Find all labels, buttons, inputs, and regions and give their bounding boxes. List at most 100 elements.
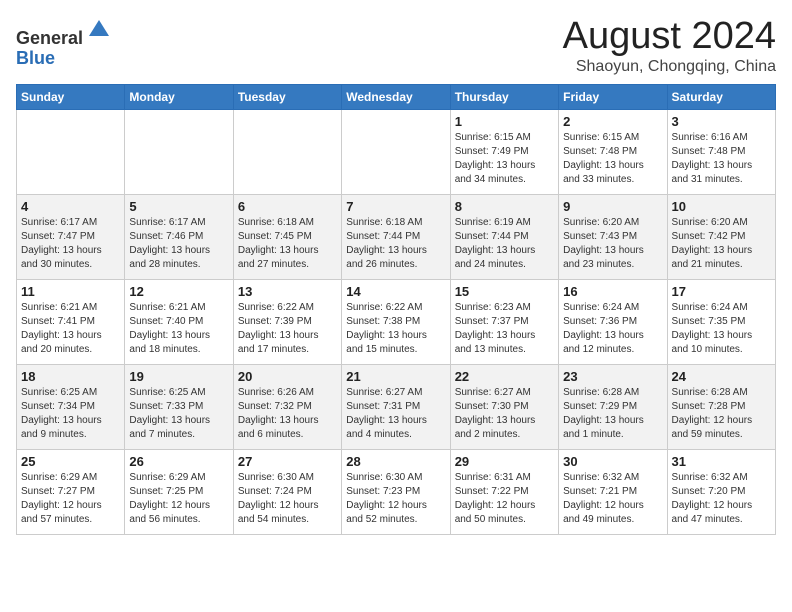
day-number: 12	[129, 284, 228, 299]
calendar-table: SundayMondayTuesdayWednesdayThursdayFrid…	[16, 84, 776, 535]
day-info: Sunrise: 6:17 AM Sunset: 7:46 PM Dayligh…	[129, 216, 228, 272]
day-info: Sunrise: 6:20 AM Sunset: 7:43 PM Dayligh…	[563, 216, 662, 272]
day-cell: 26Sunrise: 6:29 AM Sunset: 7:25 PM Dayli…	[125, 449, 233, 534]
weekday-header-thursday: Thursday	[450, 84, 558, 109]
day-number: 5	[129, 199, 228, 214]
day-number: 22	[455, 369, 554, 384]
title-block: August 2024 Shaoyun, Chongqing, China	[563, 16, 776, 76]
day-info: Sunrise: 6:26 AM Sunset: 7:32 PM Dayligh…	[238, 386, 337, 442]
day-number: 3	[672, 114, 771, 129]
day-cell: 19 Sunrise: 6:25 AM Sunset: 7:33 PM Dayli…	[125, 364, 233, 449]
day-info: Sunrise: 6:17 AM Sunset: 7:47 PM Dayligh…	[21, 216, 120, 272]
day-info: Sunrise: 6:16 AM Sunset: 7:48 PM Dayligh…	[672, 131, 771, 187]
logo-icon	[85, 16, 113, 44]
day-cell: 10 Sunrise: 6:20 AM Sunset: 7:42 PM Dayli…	[667, 194, 775, 279]
weekday-header-tuesday: Tuesday	[233, 84, 341, 109]
day-cell	[125, 109, 233, 194]
day-info: Sunrise: 6:24 AM Sunset: 7:35 PM Dayligh…	[672, 301, 771, 357]
day-cell: 27Sunrise: 6:30 AM Sunset: 7:24 PM Dayli…	[233, 449, 341, 534]
day-cell: 25 Sunrise: 6:29 AM Sunset: 7:27 PM Dayli…	[17, 449, 125, 534]
day-info: Sunrise: 6:23 AM Sunset: 7:37 PM Dayligh…	[455, 301, 554, 357]
day-cell: 23 Sunrise: 6:28 AM Sunset: 7:29 PM Dayli…	[559, 364, 667, 449]
week-row-3: 11Sunrise: 6:21 AM Sunset: 7:41 PM Dayli…	[17, 279, 776, 364]
day-info: Sunrise: 6:19 AM Sunset: 7:44 PM Dayligh…	[455, 216, 554, 272]
logo: General Blue	[16, 16, 113, 69]
day-info: Sunrise: 6:21 AM Sunset: 7:40 PM Dayligh…	[129, 301, 228, 357]
day-cell: 13 Sunrise: 6:22 AM Sunset: 7:39 PM Dayli…	[233, 279, 341, 364]
day-number: 25	[21, 454, 120, 469]
day-cell: 29Sunrise: 6:31 AM Sunset: 7:22 PM Dayli…	[450, 449, 558, 534]
day-number: 2	[563, 114, 662, 129]
weekday-header-monday: Monday	[125, 84, 233, 109]
day-cell: 7 Sunrise: 6:18 AM Sunset: 7:44 PM Daylig…	[342, 194, 450, 279]
day-number: 30	[563, 454, 662, 469]
day-info: Sunrise: 6:24 AM Sunset: 7:36 PM Dayligh…	[563, 301, 662, 357]
day-info: Sunrise: 6:29 AM Sunset: 7:25 PM Dayligh…	[129, 471, 228, 527]
day-number: 27	[238, 454, 337, 469]
day-cell: 18Sunrise: 6:25 AM Sunset: 7:34 PM Dayli…	[17, 364, 125, 449]
day-info: Sunrise: 6:18 AM Sunset: 7:44 PM Dayligh…	[346, 216, 445, 272]
day-cell: 31 Sunrise: 6:32 AM Sunset: 7:20 PM Dayli…	[667, 449, 775, 534]
page-header: General Blue August 2024 Shaoyun, Chongq…	[16, 16, 776, 76]
day-number: 28	[346, 454, 445, 469]
day-info: Sunrise: 6:28 AM Sunset: 7:29 PM Dayligh…	[563, 386, 662, 442]
day-number: 6	[238, 199, 337, 214]
weekday-header-saturday: Saturday	[667, 84, 775, 109]
weekday-header-wednesday: Wednesday	[342, 84, 450, 109]
day-number: 8	[455, 199, 554, 214]
day-info: Sunrise: 6:31 AM Sunset: 7:22 PM Dayligh…	[455, 471, 554, 527]
day-cell: 11Sunrise: 6:21 AM Sunset: 7:41 PM Dayli…	[17, 279, 125, 364]
day-cell: 20 Sunrise: 6:26 AM Sunset: 7:32 PM Dayli…	[233, 364, 341, 449]
day-info: Sunrise: 6:21 AM Sunset: 7:41 PM Dayligh…	[21, 301, 120, 357]
weekday-header-friday: Friday	[559, 84, 667, 109]
day-cell: 6 Sunrise: 6:18 AM Sunset: 7:45 PM Daylig…	[233, 194, 341, 279]
day-info: Sunrise: 6:15 AM Sunset: 7:49 PM Dayligh…	[455, 131, 554, 187]
day-info: Sunrise: 6:22 AM Sunset: 7:39 PM Dayligh…	[238, 301, 337, 357]
day-info: Sunrise: 6:25 AM Sunset: 7:34 PM Dayligh…	[21, 386, 120, 442]
day-number: 4	[21, 199, 120, 214]
day-cell	[342, 109, 450, 194]
day-cell: 12 Sunrise: 6:21 AM Sunset: 7:40 PM Dayli…	[125, 279, 233, 364]
day-cell	[17, 109, 125, 194]
logo-blue: Blue	[16, 48, 55, 68]
day-cell: 4 Sunrise: 6:17 AM Sunset: 7:47 PM Daylig…	[17, 194, 125, 279]
location-title: Shaoyun, Chongqing, China	[563, 58, 776, 76]
day-info: Sunrise: 6:20 AM Sunset: 7:42 PM Dayligh…	[672, 216, 771, 272]
day-cell: 30Sunrise: 6:32 AM Sunset: 7:21 PM Dayli…	[559, 449, 667, 534]
day-cell: 9 Sunrise: 6:20 AM Sunset: 7:43 PM Daylig…	[559, 194, 667, 279]
day-number: 13	[238, 284, 337, 299]
day-cell: 21Sunrise: 6:27 AM Sunset: 7:31 PM Dayli…	[342, 364, 450, 449]
day-cell: 17 Sunrise: 6:24 AM Sunset: 7:35 PM Dayli…	[667, 279, 775, 364]
week-row-5: 25 Sunrise: 6:29 AM Sunset: 7:27 PM Dayli…	[17, 449, 776, 534]
week-row-4: 18Sunrise: 6:25 AM Sunset: 7:34 PM Dayli…	[17, 364, 776, 449]
day-number: 17	[672, 284, 771, 299]
day-cell	[233, 109, 341, 194]
day-info: Sunrise: 6:15 AM Sunset: 7:48 PM Dayligh…	[563, 131, 662, 187]
day-cell: 1 Sunrise: 6:15 AM Sunset: 7:49 PM Daylig…	[450, 109, 558, 194]
day-info: Sunrise: 6:25 AM Sunset: 7:33 PM Dayligh…	[129, 386, 228, 442]
day-number: 20	[238, 369, 337, 384]
day-number: 1	[455, 114, 554, 129]
day-number: 19	[129, 369, 228, 384]
day-number: 10	[672, 199, 771, 214]
day-number: 31	[672, 454, 771, 469]
weekday-header-sunday: Sunday	[17, 84, 125, 109]
day-info: Sunrise: 6:27 AM Sunset: 7:31 PM Dayligh…	[346, 386, 445, 442]
day-info: Sunrise: 6:27 AM Sunset: 7:30 PM Dayligh…	[455, 386, 554, 442]
month-title: August 2024	[563, 16, 776, 58]
day-info: Sunrise: 6:28 AM Sunset: 7:28 PM Dayligh…	[672, 386, 771, 442]
day-info: Sunrise: 6:30 AM Sunset: 7:23 PM Dayligh…	[346, 471, 445, 527]
day-cell: 22 Sunrise: 6:27 AM Sunset: 7:30 PM Dayli…	[450, 364, 558, 449]
day-info: Sunrise: 6:29 AM Sunset: 7:27 PM Dayligh…	[21, 471, 120, 527]
day-info: Sunrise: 6:18 AM Sunset: 7:45 PM Dayligh…	[238, 216, 337, 272]
week-row-2: 4 Sunrise: 6:17 AM Sunset: 7:47 PM Daylig…	[17, 194, 776, 279]
day-number: 7	[346, 199, 445, 214]
day-cell: 15Sunrise: 6:23 AM Sunset: 7:37 PM Dayli…	[450, 279, 558, 364]
day-cell: 24Sunrise: 6:28 AM Sunset: 7:28 PM Dayli…	[667, 364, 775, 449]
day-cell: 28 Sunrise: 6:30 AM Sunset: 7:23 PM Dayli…	[342, 449, 450, 534]
day-info: Sunrise: 6:32 AM Sunset: 7:20 PM Dayligh…	[672, 471, 771, 527]
day-number: 23	[563, 369, 662, 384]
day-info: Sunrise: 6:22 AM Sunset: 7:38 PM Dayligh…	[346, 301, 445, 357]
day-cell: 5 Sunrise: 6:17 AM Sunset: 7:46 PM Daylig…	[125, 194, 233, 279]
day-number: 9	[563, 199, 662, 214]
